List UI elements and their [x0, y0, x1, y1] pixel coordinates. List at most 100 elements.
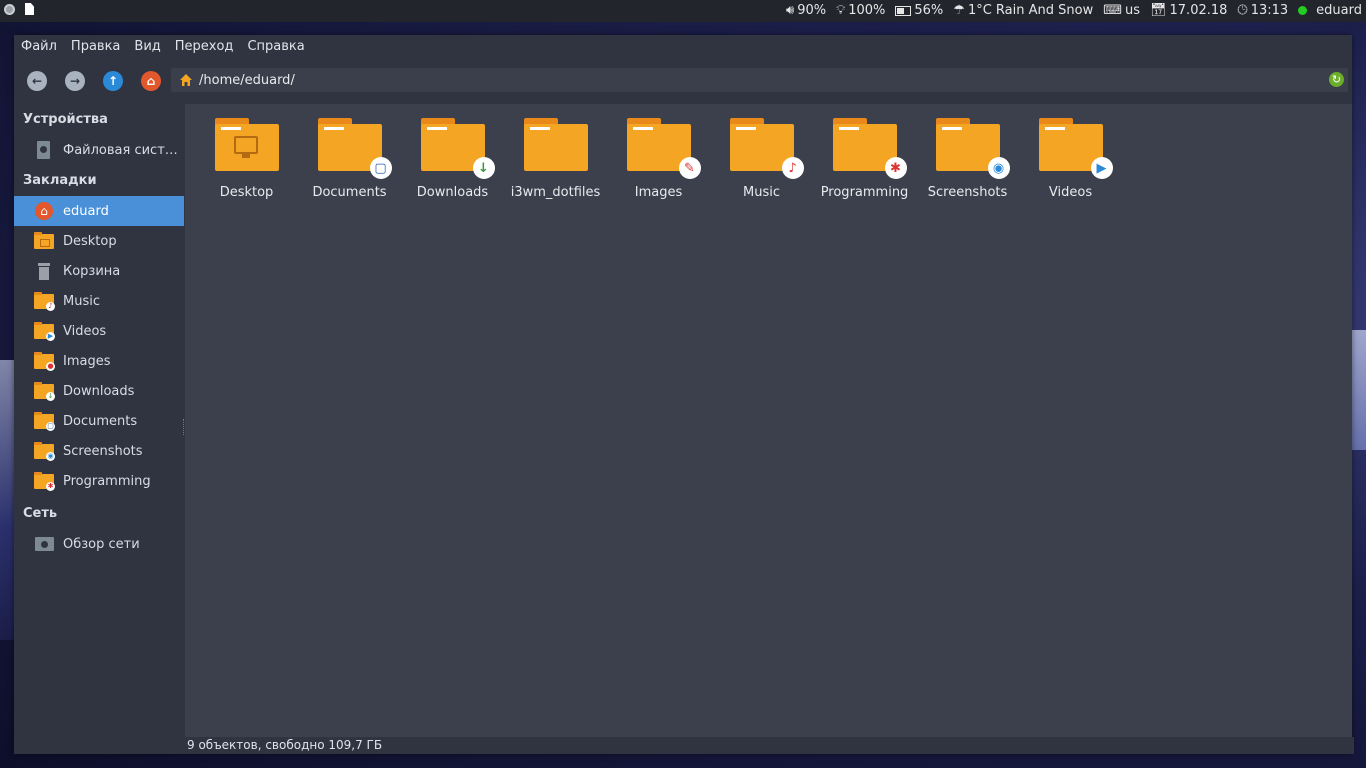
- volume-indicator[interactable]: 🔊︎ 90%: [786, 3, 826, 18]
- file-label: i3wm_dotfiles: [510, 185, 601, 200]
- back-button[interactable]: ←: [27, 71, 47, 91]
- sidebar-item-programming[interactable]: ✱ Programming: [14, 466, 184, 496]
- images-folder-icon: ✎: [626, 118, 701, 179]
- clock-icon: 🕒︎: [1237, 3, 1248, 18]
- folder-item[interactable]: ✱ Programming: [813, 118, 916, 200]
- top-panel: 🔊︎ 90% 💡︎ 100% 56% ☂ 1°C Rain And Snow ⌨…: [0, 0, 1366, 22]
- sidebar-item-trash[interactable]: Корзина: [14, 256, 184, 286]
- sidebar-item-label: Файловая сист…: [63, 142, 178, 158]
- date-indicator[interactable]: 📅︎ 17.02.18: [1150, 3, 1227, 18]
- home-icon: ⌂: [34, 202, 54, 220]
- music-folder-icon: ♪: [34, 292, 55, 311]
- videos-folder-icon: ▶: [1038, 118, 1113, 179]
- file-manager-window: Файл Правка Вид Переход Справка ← → ↑ ⌂ …: [14, 35, 1354, 754]
- battery-indicator[interactable]: 56%: [895, 3, 943, 18]
- sidebar-heading-devices: Устройства: [23, 112, 108, 127]
- desktop-wallpaper-detail: [0, 360, 14, 640]
- screenshots-folder-icon: ◉: [935, 118, 1010, 179]
- folder-item[interactable]: ▢ Documents: [298, 118, 401, 200]
- sidebar-item-filesystem[interactable]: Файловая сист…: [14, 135, 184, 165]
- location-path[interactable]: /home/eduard/: [199, 73, 295, 88]
- forward-button[interactable]: →: [65, 71, 85, 91]
- toolbar: ← → ↑ ⌂ /home/eduard/ ↻: [14, 63, 1352, 99]
- programming-folder-icon: ✱: [832, 118, 907, 179]
- downloads-folder-icon: ↓: [420, 118, 495, 179]
- folder-item[interactable]: ♪ Music: [710, 118, 813, 200]
- file-label: Programming: [820, 185, 909, 200]
- menu-file[interactable]: Файл: [14, 35, 64, 58]
- sidebar-item-label: eduard: [63, 203, 109, 219]
- sidebar-item-screenshots[interactable]: ◉ Screenshots: [14, 436, 184, 466]
- sidebar-item-label: Programming: [63, 473, 151, 489]
- sidebar-item-label: Music: [63, 293, 100, 309]
- sidebar-item-label: Downloads: [63, 383, 135, 399]
- folder-item[interactable]: ✎ Images: [607, 118, 710, 200]
- sidebar-item-desktop[interactable]: Desktop: [14, 226, 184, 256]
- programming-folder-icon: ✱: [34, 472, 55, 491]
- weather-indicator[interactable]: ☂ 1°C Rain And Snow: [953, 3, 1093, 18]
- file-label: Music: [743, 185, 780, 200]
- menu-edit[interactable]: Правка: [64, 35, 127, 58]
- folder-item[interactable]: Desktop: [195, 118, 298, 200]
- clock-indicator[interactable]: 🕒︎ 13:13: [1237, 3, 1288, 18]
- home-icon: ⌂: [146, 74, 156, 88]
- sidebar-item-videos[interactable]: ▶ Videos: [14, 316, 184, 346]
- speaker-icon: 🔊︎: [785, 3, 795, 18]
- menu-go[interactable]: Переход: [168, 35, 241, 58]
- sidebar-item-label: Images: [63, 353, 111, 369]
- menu-help[interactable]: Справка: [240, 35, 311, 58]
- desktop-folder-icon: [214, 118, 279, 171]
- keyboard-icon: ⌨: [1103, 3, 1122, 18]
- folder-item[interactable]: ◉ Screenshots: [916, 118, 1019, 200]
- documents-folder-icon: ▢: [317, 118, 392, 179]
- sidebar-item-label: Корзина: [63, 263, 121, 279]
- desktop-folder-icon: [34, 232, 54, 250]
- file-label: Downloads: [416, 185, 489, 200]
- folder-item[interactable]: ▶ Videos: [1019, 118, 1122, 200]
- battery-icon: [895, 5, 912, 16]
- arrow-up-icon: ↑: [107, 74, 119, 88]
- menu-bar: Файл Правка Вид Переход Справка: [14, 35, 1352, 58]
- downloads-folder-icon: ↓: [34, 382, 55, 401]
- file-icon[interactable]: [25, 3, 34, 15]
- app-menu-icon[interactable]: [4, 3, 15, 15]
- sidebar: Устройства Файловая сист… Закладки ⌂ edu…: [14, 104, 184, 754]
- sidebar-heading-network: Сеть: [23, 506, 58, 521]
- arrow-right-icon: →: [69, 74, 81, 88]
- trash-icon: [34, 262, 54, 280]
- videos-folder-icon: ▶: [34, 322, 55, 341]
- file-view[interactable]: Desktop ▢ Documents ↓ Downloads i3wm_dot…: [185, 104, 1352, 737]
- documents-folder-icon: ▢: [34, 412, 55, 431]
- screenshots-folder-icon: ◉: [34, 442, 55, 461]
- sidebar-item-documents[interactable]: ▢ Documents: [14, 406, 184, 436]
- images-folder-icon: ●: [34, 352, 55, 371]
- sidebar-item-label: Обзор сети: [63, 536, 140, 552]
- sidebar-item-label: Desktop: [63, 233, 117, 249]
- icon-grid: Desktop ▢ Documents ↓ Downloads i3wm_dot…: [195, 118, 1122, 200]
- folder-item[interactable]: i3wm_dotfiles: [504, 118, 607, 200]
- folder-item[interactable]: ↓ Downloads: [401, 118, 504, 200]
- file-label: Screenshots: [927, 185, 1008, 200]
- up-button[interactable]: ↑: [103, 71, 123, 91]
- home-button[interactable]: ⌂: [141, 71, 161, 91]
- location-bar[interactable]: /home/eduard/ ↻: [171, 68, 1348, 92]
- brightness-indicator[interactable]: 💡︎ 100%: [836, 3, 885, 18]
- lightbulb-icon: 💡︎: [836, 3, 846, 18]
- umbrella-icon: ☂: [953, 3, 965, 18]
- keyboard-layout-indicator[interactable]: ⌨ us: [1103, 3, 1140, 18]
- menu-view[interactable]: Вид: [127, 35, 167, 58]
- user-indicator[interactable]: eduard: [1298, 3, 1362, 18]
- sidebar-item-music[interactable]: ♪ Music: [14, 286, 184, 316]
- sidebar-item-label: Screenshots: [63, 443, 143, 459]
- sidebar-item-images[interactable]: ● Images: [14, 346, 184, 376]
- sidebar-item-eduard[interactable]: ⌂ eduard: [14, 196, 184, 226]
- sidebar-item-label: Documents: [63, 413, 138, 429]
- online-status-icon: [1298, 6, 1308, 15]
- sidebar-item-network[interactable]: Обзор сети: [14, 529, 184, 559]
- home-icon: [180, 74, 192, 86]
- file-label: Documents: [312, 185, 387, 200]
- sidebar-item-downloads[interactable]: ↓ Downloads: [14, 376, 184, 406]
- file-label: Desktop: [219, 185, 274, 200]
- status-bar: 9 объектов, свободно 109,7 ГБ: [185, 737, 1354, 754]
- refresh-icon[interactable]: ↻: [1329, 72, 1344, 87]
